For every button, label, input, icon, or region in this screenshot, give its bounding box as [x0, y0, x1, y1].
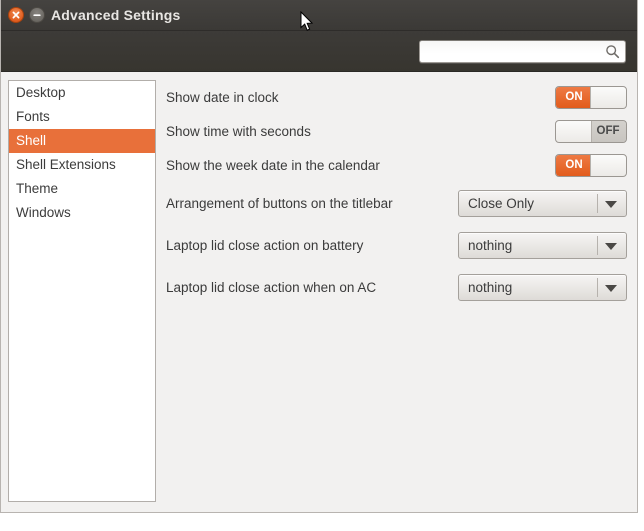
chevron-down-icon[interactable] [605, 284, 617, 292]
sidebar-item-label: Shell [16, 133, 47, 148]
dropdown-titlebar-button-arrangement[interactable]: Close Only [458, 189, 627, 217]
setting-row: Show the week date in the calendar ON [166, 148, 627, 182]
dropdown-separator [597, 277, 598, 297]
search-field[interactable] [419, 40, 626, 64]
setting-label: Laptop lid close action on battery [166, 237, 364, 253]
sidebar-item-label: Windows [16, 205, 71, 220]
sidebar-item-windows[interactable]: Windows [9, 201, 155, 225]
settings-list: Show date in clock ON Show time with sec… [166, 80, 627, 308]
chevron-down-icon[interactable] [605, 242, 617, 250]
dropdown-value: nothing [468, 237, 513, 253]
window-title: Advanced Settings [51, 7, 181, 23]
setting-row: Show time with seconds OFF [166, 114, 627, 148]
advanced-settings-window: Advanced Settings Desktop Fonts Shell Sh… [0, 0, 638, 513]
toggle-state-label: ON [556, 86, 592, 108]
toggle-state-label: ON [556, 154, 592, 176]
setting-row: Arrangement of buttons on the titlebar C… [166, 182, 627, 224]
toggle-knob [556, 120, 592, 142]
setting-control: nothing [458, 266, 627, 308]
minimize-icon[interactable] [29, 7, 45, 23]
search-icon [605, 44, 620, 64]
toggle-show-week-date-in-calendar[interactable]: ON [555, 153, 627, 177]
sidebar-item-label: Theme [16, 181, 59, 196]
setting-label: Show the week date in the calendar [166, 157, 380, 173]
setting-row: Laptop lid close action when on AC nothi… [166, 266, 627, 308]
toggle-knob [590, 86, 626, 108]
dropdown-value: Close Only [468, 195, 535, 211]
toggle-state-label: OFF [590, 120, 626, 142]
sidebar-item-shell-extensions[interactable]: Shell Extensions [9, 153, 155, 177]
dropdown-separator [597, 193, 598, 213]
sidebar-item-shell[interactable]: Shell [9, 129, 155, 153]
category-list[interactable]: Desktop Fonts Shell Shell Extensions The… [8, 80, 156, 502]
sidebar-item-fonts[interactable]: Fonts [9, 105, 155, 129]
window-titlebar[interactable]: Advanced Settings [1, 0, 637, 31]
setting-label: Show date in clock [166, 89, 279, 105]
search-input[interactable] [425, 41, 604, 64]
close-icon[interactable] [8, 7, 24, 23]
sidebar-item-theme[interactable]: Theme [9, 177, 155, 201]
setting-label: Arrangement of buttons on the titlebar [166, 195, 393, 211]
sidebar-item-label: Shell Extensions [16, 157, 116, 172]
dropdown-lid-close-on-ac[interactable]: nothing [458, 273, 627, 301]
sidebar-item-desktop[interactable]: Desktop [9, 81, 155, 105]
toggle-show-time-with-seconds[interactable]: OFF [555, 119, 627, 143]
toggle-knob [590, 154, 626, 176]
sidebar-item-label: Fonts [16, 109, 50, 124]
setting-control: ON [555, 148, 627, 182]
toggle-show-date-in-clock[interactable]: ON [555, 85, 627, 109]
setting-row: Show date in clock ON [166, 80, 627, 114]
sidebar-item-label: Desktop [16, 85, 66, 100]
dropdown-lid-close-on-battery[interactable]: nothing [458, 231, 627, 259]
window-controls [8, 7, 45, 23]
chevron-down-icon[interactable] [605, 200, 617, 208]
setting-control: Close Only [458, 182, 627, 224]
content-area: Desktop Fonts Shell Shell Extensions The… [1, 72, 637, 512]
setting-control: OFF [555, 114, 627, 148]
setting-control: ON [555, 80, 627, 114]
setting-control: nothing [458, 224, 627, 266]
setting-label: Show time with seconds [166, 123, 311, 139]
dropdown-separator [597, 235, 598, 255]
dropdown-value: nothing [468, 279, 513, 295]
setting-label: Laptop lid close action when on AC [166, 279, 377, 295]
setting-row: Laptop lid close action on battery nothi… [166, 224, 627, 266]
toolbar [1, 31, 637, 72]
